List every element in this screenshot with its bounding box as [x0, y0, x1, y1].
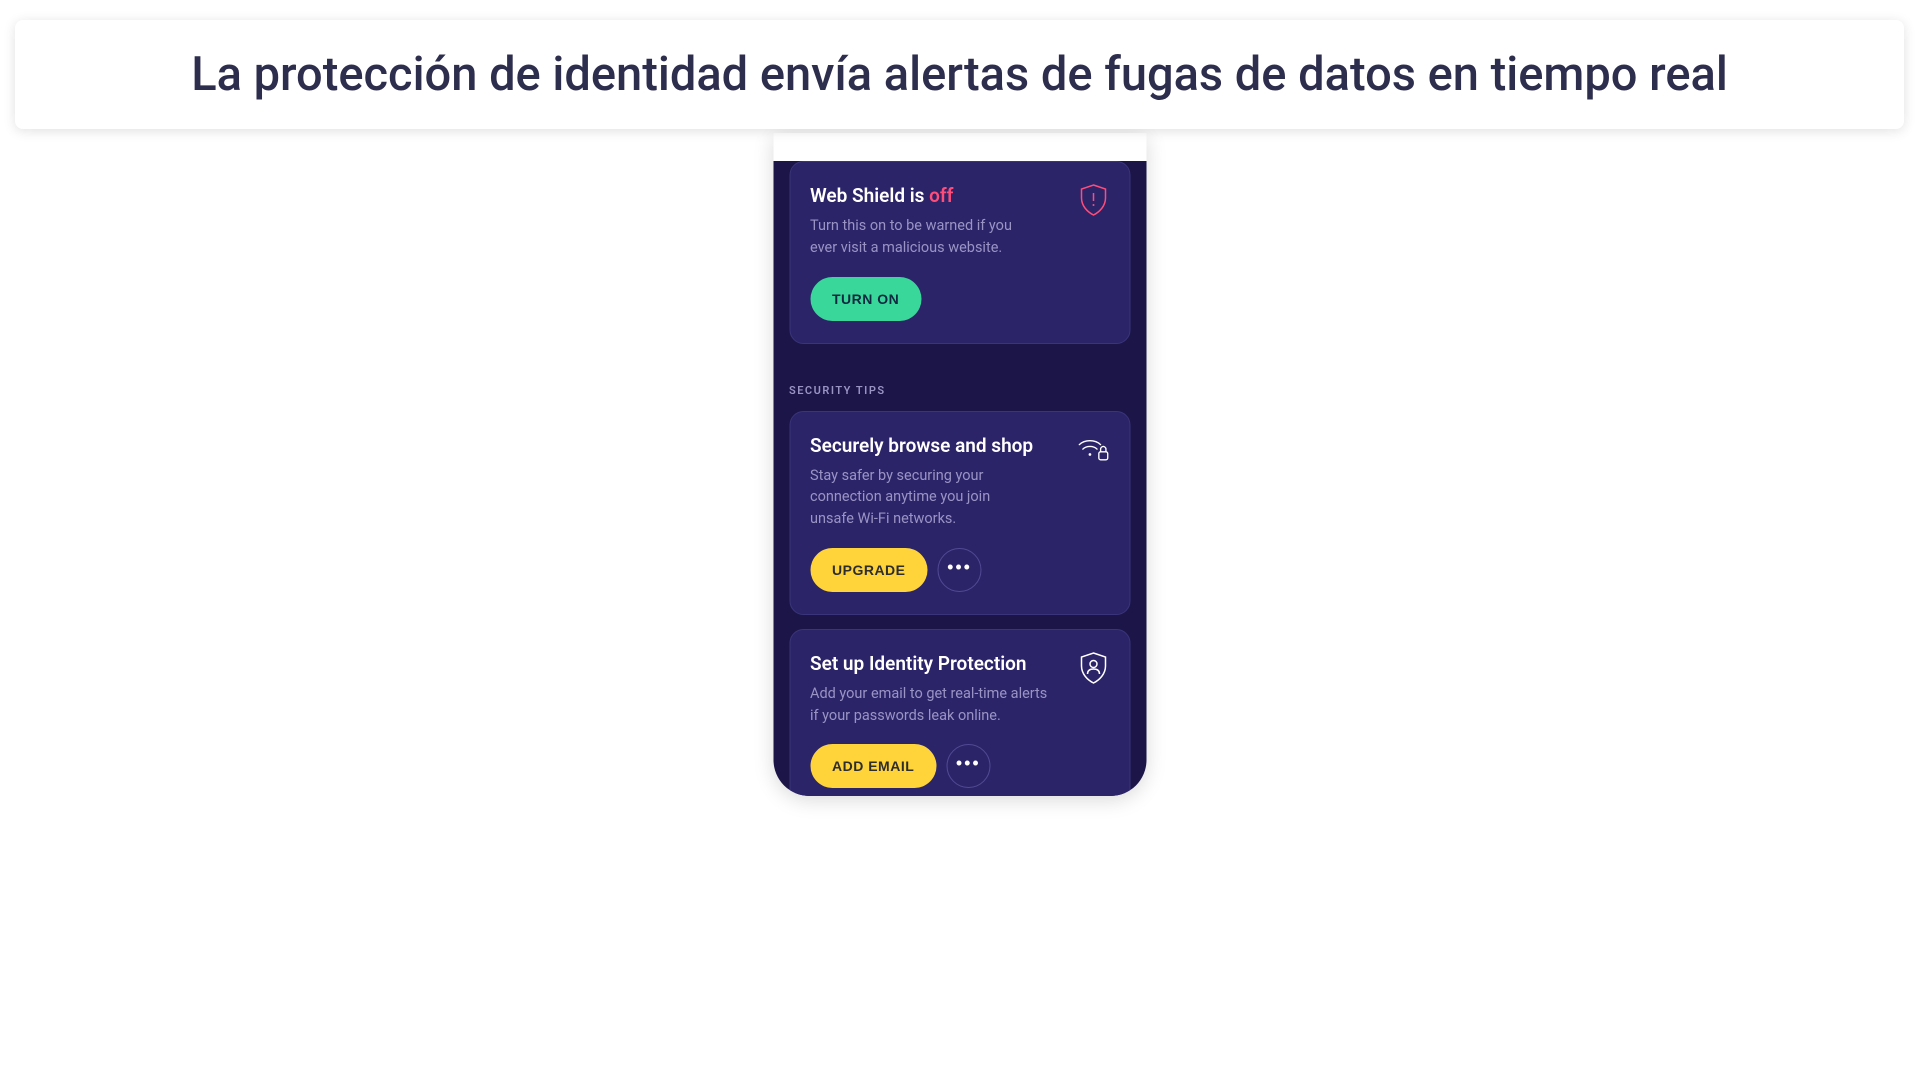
web-shield-card: Web Shield is off Turn this on to be war…	[789, 161, 1130, 344]
dots-icon: •••	[947, 558, 972, 576]
web-shield-title: Web Shield is off	[810, 184, 1109, 207]
identity-actions: ADD EMAIL •••	[810, 744, 1109, 788]
shield-warning-icon	[1077, 182, 1109, 218]
header-banner: La protección de identidad envía alertas…	[15, 20, 1904, 129]
upgrade-button[interactable]: UPGRADE	[810, 548, 928, 592]
secure-browse-card: Securely browse and shop Stay safer by s…	[789, 411, 1130, 615]
identity-description: Add your email to get real-time alerts i…	[810, 683, 1050, 727]
identity-protection-card: Set up Identity Protection Add your emai…	[789, 629, 1130, 796]
add-email-button[interactable]: ADD EMAIL	[810, 744, 936, 788]
secure-browse-more-button[interactable]: •••	[938, 548, 982, 592]
dots-icon: •••	[956, 754, 981, 772]
web-shield-title-prefix: Web Shield is	[810, 184, 929, 207]
phone-frame: Web Shield is off Turn this on to be war…	[773, 133, 1146, 796]
web-shield-status: off	[929, 184, 953, 207]
shield-user-icon	[1077, 650, 1109, 686]
secure-browse-description: Stay safer by securing your connection a…	[810, 465, 1030, 530]
secure-browse-actions: UPGRADE •••	[810, 548, 1109, 592]
phone-screen: Web Shield is off Turn this on to be war…	[773, 161, 1146, 796]
identity-title: Set up Identity Protection	[810, 652, 1109, 675]
secure-browse-title: Securely browse and shop	[810, 434, 1109, 457]
wifi-lock-icon	[1077, 432, 1109, 468]
page-title: La protección de identidad envía alertas…	[55, 44, 1864, 105]
web-shield-description: Turn this on to be warned if you ever vi…	[810, 215, 1030, 259]
security-tips-label: SECURITY TIPS	[789, 384, 1130, 397]
turn-on-button[interactable]: TURN ON	[810, 277, 921, 321]
identity-more-button[interactable]: •••	[946, 744, 990, 788]
